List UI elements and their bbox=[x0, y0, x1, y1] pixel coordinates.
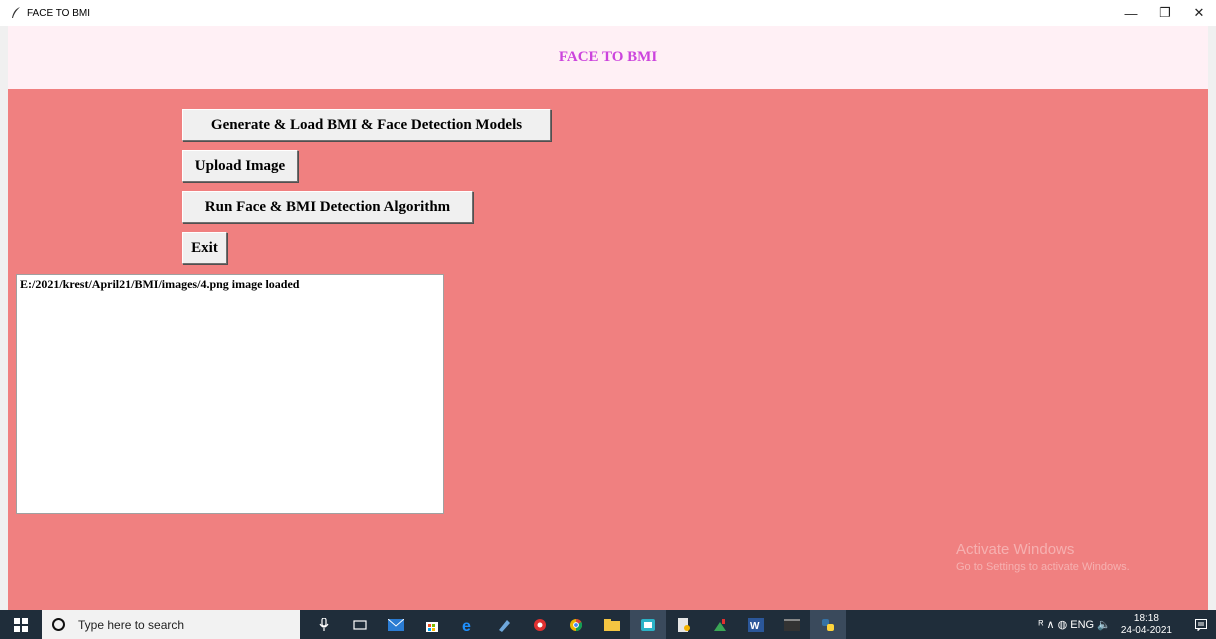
minimize-button[interactable]: — bbox=[1114, 0, 1148, 26]
watermark-line1: Activate Windows bbox=[956, 541, 1075, 558]
taskbar-apps: e W bbox=[306, 610, 846, 639]
page-title: FACE TO BMI bbox=[558, 49, 658, 65]
mail-icon[interactable] bbox=[378, 610, 414, 639]
generate-load-models-button[interactable]: Generate & Load BMI & Face Detection Mod… bbox=[182, 109, 551, 141]
close-button[interactable]: ✕ bbox=[1182, 0, 1216, 26]
app-paint-icon[interactable] bbox=[702, 610, 738, 639]
app-doc-icon[interactable] bbox=[666, 610, 702, 639]
word-icon[interactable]: W bbox=[738, 610, 774, 639]
task-view-icon[interactable] bbox=[342, 610, 378, 639]
system-tray: ᴿ ∧ ◍ ENG 🔈 18:18 24-04-2021 bbox=[1038, 610, 1216, 639]
svg-text:W: W bbox=[750, 621, 760, 632]
file-explorer-icon[interactable] bbox=[594, 610, 630, 639]
exit-button[interactable]: Exit bbox=[182, 232, 227, 264]
activation-watermark: Activate Windows Go to Settings to activ… bbox=[956, 541, 1201, 573]
run-detection-button[interactable]: Run Face & BMI Detection Algorithm bbox=[182, 191, 473, 223]
svg-text:e: e bbox=[462, 618, 471, 633]
tray-symbols[interactable]: ᴿ ∧ ◍ ENG 🔈 bbox=[1038, 618, 1110, 631]
window-title: FACE TO BMI bbox=[27, 7, 90, 19]
edge-icon[interactable]: e bbox=[450, 610, 486, 639]
taskbar-search[interactable]: Type here to search bbox=[42, 610, 300, 639]
watermark-line2: Go to Settings to activate Windows. bbox=[956, 561, 1130, 573]
terminal-icon[interactable] bbox=[774, 610, 810, 639]
clock[interactable]: 18:18 24-04-2021 bbox=[1121, 613, 1172, 637]
window-titlebar: FACE TO BMI — ❐ ✕ bbox=[0, 0, 1216, 26]
chrome-icon[interactable] bbox=[558, 610, 594, 639]
upload-image-button[interactable]: Upload Image bbox=[182, 150, 298, 182]
app-red-icon[interactable] bbox=[522, 610, 558, 639]
app-teal-icon[interactable] bbox=[630, 610, 666, 639]
output-text: E:/2021/krest/April21/BMI/images/4.png i… bbox=[20, 277, 300, 291]
python-icon[interactable] bbox=[810, 610, 846, 639]
notification-icon[interactable] bbox=[1186, 610, 1216, 639]
app-area: FACE TO BMI Generate & Load BMI & Face D… bbox=[8, 26, 1208, 610]
store-icon[interactable] bbox=[414, 610, 450, 639]
window-controls: — ❐ ✕ bbox=[1114, 0, 1216, 26]
restore-button[interactable]: ❐ bbox=[1148, 0, 1182, 26]
output-textarea[interactable]: E:/2021/krest/April21/BMI/images/4.png i… bbox=[16, 274, 444, 514]
search-placeholder: Type here to search bbox=[78, 617, 185, 632]
feather-icon bbox=[8, 5, 24, 21]
clock-time: 18:18 bbox=[1133, 612, 1159, 624]
taskbar: Type here to search e W ᴿ ∧ ◍ ENG 🔈 18:1… bbox=[0, 610, 1216, 639]
notepad-icon[interactable] bbox=[486, 610, 522, 639]
windows-logo-icon bbox=[14, 617, 28, 632]
clock-date: 24-04-2021 bbox=[1120, 624, 1172, 636]
search-icon bbox=[52, 618, 65, 631]
header-banner: FACE TO BMI bbox=[8, 26, 1208, 89]
microphone-icon[interactable] bbox=[306, 610, 342, 639]
start-button[interactable] bbox=[0, 610, 42, 639]
